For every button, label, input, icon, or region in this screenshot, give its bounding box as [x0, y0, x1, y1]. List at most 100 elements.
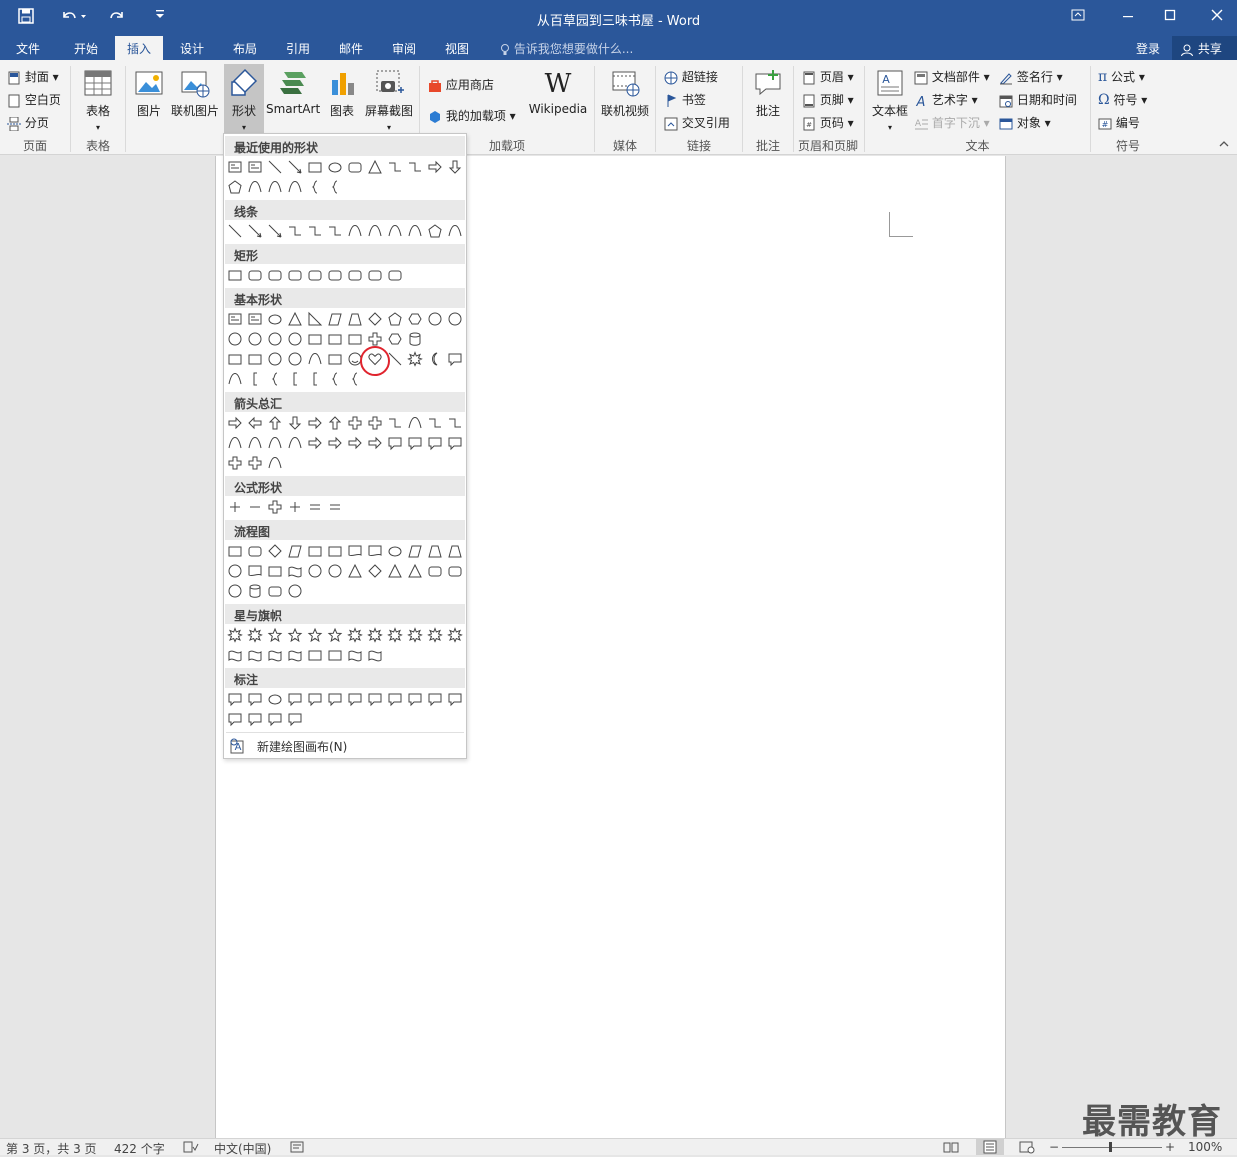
shape-rect-icon[interactable]	[308, 334, 322, 345]
shape-doc-icon[interactable]	[248, 565, 262, 577]
shape-can-icon[interactable]	[249, 584, 261, 598]
shape-arrowline-icon[interactable]	[248, 224, 262, 238]
shape-burst-icon[interactable]	[407, 351, 423, 367]
shape-cross-icon[interactable]	[248, 456, 262, 470]
shape-hex-icon[interactable]	[388, 333, 402, 345]
shape-rect-icon[interactable]	[228, 270, 242, 281]
smartart-button[interactable]: SmartArt	[266, 68, 320, 116]
shape-para-icon[interactable]	[328, 313, 342, 326]
tab-view[interactable]: 视图	[445, 40, 469, 57]
shape-tri-icon[interactable]	[368, 159, 382, 174]
shape-wave-icon[interactable]	[288, 566, 302, 578]
shape-rrect-icon[interactable]	[248, 546, 262, 557]
shape-rect-icon[interactable]	[308, 650, 322, 661]
shape-rarrow-icon[interactable]	[368, 436, 382, 450]
shape-rrect-icon[interactable]	[248, 270, 262, 281]
shape-callout-icon[interactable]	[328, 693, 342, 707]
shape-circ-icon[interactable]	[248, 332, 262, 346]
shape-callout-icon[interactable]	[248, 693, 262, 707]
shape-oval-icon[interactable]	[388, 546, 402, 557]
shape-larrow-icon[interactable]	[248, 416, 262, 430]
shape-tri-icon[interactable]	[288, 311, 302, 326]
shape-rrect-icon[interactable]	[348, 270, 362, 281]
shape-burst-icon[interactable]	[367, 627, 383, 643]
symbol-button[interactable]: Ω 符号 ▾	[1098, 91, 1147, 108]
bookmark-button[interactable]: 书签	[664, 91, 706, 108]
shape-callout-icon[interactable]	[228, 693, 242, 707]
picture-button[interactable]: 图片	[132, 68, 166, 119]
shape-rrect-icon[interactable]	[388, 270, 402, 281]
shape-trap-icon[interactable]	[348, 313, 362, 326]
shape-hex-icon[interactable]	[408, 313, 422, 325]
shape-rect-icon[interactable]	[348, 334, 362, 345]
share-button[interactable]: 共享	[1172, 36, 1237, 60]
shape-oval-icon[interactable]	[268, 314, 282, 325]
shape-curve-icon[interactable]	[288, 181, 302, 193]
page-number-button[interactable]: # 页码 ▾	[802, 114, 854, 131]
shape-arrowline-icon[interactable]	[268, 224, 282, 238]
shape-dia-icon[interactable]	[368, 564, 382, 578]
shape-textbox-icon[interactable]	[248, 161, 262, 173]
shape-rrect-icon[interactable]	[288, 270, 302, 281]
tab-references[interactable]: 引用	[286, 40, 310, 57]
shape-callout-icon[interactable]	[408, 437, 422, 451]
wordart-button[interactable]: A 艺术字 ▾	[914, 91, 978, 108]
shape-brace-icon[interactable]	[331, 180, 338, 194]
number-button[interactable]: # 编号	[1098, 114, 1140, 131]
shape-cross-icon[interactable]	[368, 332, 382, 346]
shape-plus-icon[interactable]	[230, 502, 240, 512]
shape-elbow-icon[interactable]	[389, 418, 401, 428]
language[interactable]: 中文(中国)	[214, 1140, 271, 1157]
shape-burst-icon[interactable]	[227, 627, 243, 643]
zoom-slider[interactable]	[1062, 1147, 1162, 1148]
shape-rarrow-icon[interactable]	[428, 160, 442, 174]
shape-brace-icon[interactable]	[271, 372, 278, 386]
shape-curve-icon[interactable]	[228, 373, 242, 385]
shape-tri-icon[interactable]	[348, 563, 362, 578]
shape-textbox-icon[interactable]	[228, 313, 242, 325]
shape-oval-icon[interactable]	[268, 694, 282, 705]
shape-plus-icon[interactable]	[290, 502, 300, 512]
dropcap-button[interactable]: A 首字下沉 ▾	[914, 114, 990, 131]
shape-circ-icon[interactable]	[328, 564, 342, 578]
signin-link[interactable]: 登录	[1136, 40, 1160, 57]
shape-callout-icon[interactable]	[408, 693, 422, 707]
shape-rect-icon[interactable]	[228, 354, 242, 365]
shape-rect-icon[interactable]	[328, 354, 342, 365]
shape-line-icon[interactable]	[268, 160, 282, 174]
tab-design[interactable]: 设计	[180, 40, 204, 57]
shape-rrect-icon[interactable]	[268, 270, 282, 281]
shape-curve-icon[interactable]	[348, 225, 362, 237]
cover-page-button[interactable]: 封面 ▾	[7, 68, 59, 85]
proofing-icon[interactable]	[183, 1140, 199, 1157]
shape-line-icon[interactable]	[228, 224, 242, 238]
textbox-button[interactable]: A 文本框 ▾	[870, 68, 910, 133]
shape-brace-icon[interactable]	[351, 372, 358, 386]
shape-curve-icon[interactable]	[288, 437, 302, 449]
shape-rarrow-icon[interactable]	[308, 416, 322, 430]
shape-rarrow-icon[interactable]	[308, 436, 322, 450]
shape-burst-icon[interactable]	[347, 627, 363, 643]
shape-callout-icon[interactable]	[388, 437, 402, 451]
shape-elbow-icon[interactable]	[449, 418, 461, 428]
shape-circ-icon[interactable]	[288, 332, 302, 346]
shape-elbow-icon[interactable]	[429, 418, 441, 428]
shape-rect-icon[interactable]	[328, 650, 342, 661]
zoom-slider-thumb[interactable]	[1109, 1142, 1112, 1152]
shape-circ-icon[interactable]	[288, 352, 302, 366]
shape-callout-icon[interactable]	[448, 437, 462, 451]
shape-moon-icon[interactable]	[432, 352, 438, 366]
ribbon-display-options-icon[interactable]	[1071, 8, 1085, 26]
object-button[interactable]: 对象 ▾	[999, 114, 1051, 131]
store-button[interactable]: 应用商店	[428, 76, 494, 93]
shape-arrowline-icon[interactable]	[288, 160, 302, 174]
shape-wave-icon[interactable]	[288, 650, 302, 662]
minimize-icon[interactable]	[1122, 8, 1134, 26]
shape-callout-icon[interactable]	[448, 353, 462, 367]
shape-circ-icon[interactable]	[448, 312, 462, 326]
shape-curve-icon[interactable]	[308, 353, 322, 365]
shape-curve-icon[interactable]	[408, 225, 422, 237]
shape-rrect-icon[interactable]	[348, 162, 362, 173]
shape-dia-icon[interactable]	[368, 312, 382, 326]
shape-can-icon[interactable]	[409, 332, 421, 346]
